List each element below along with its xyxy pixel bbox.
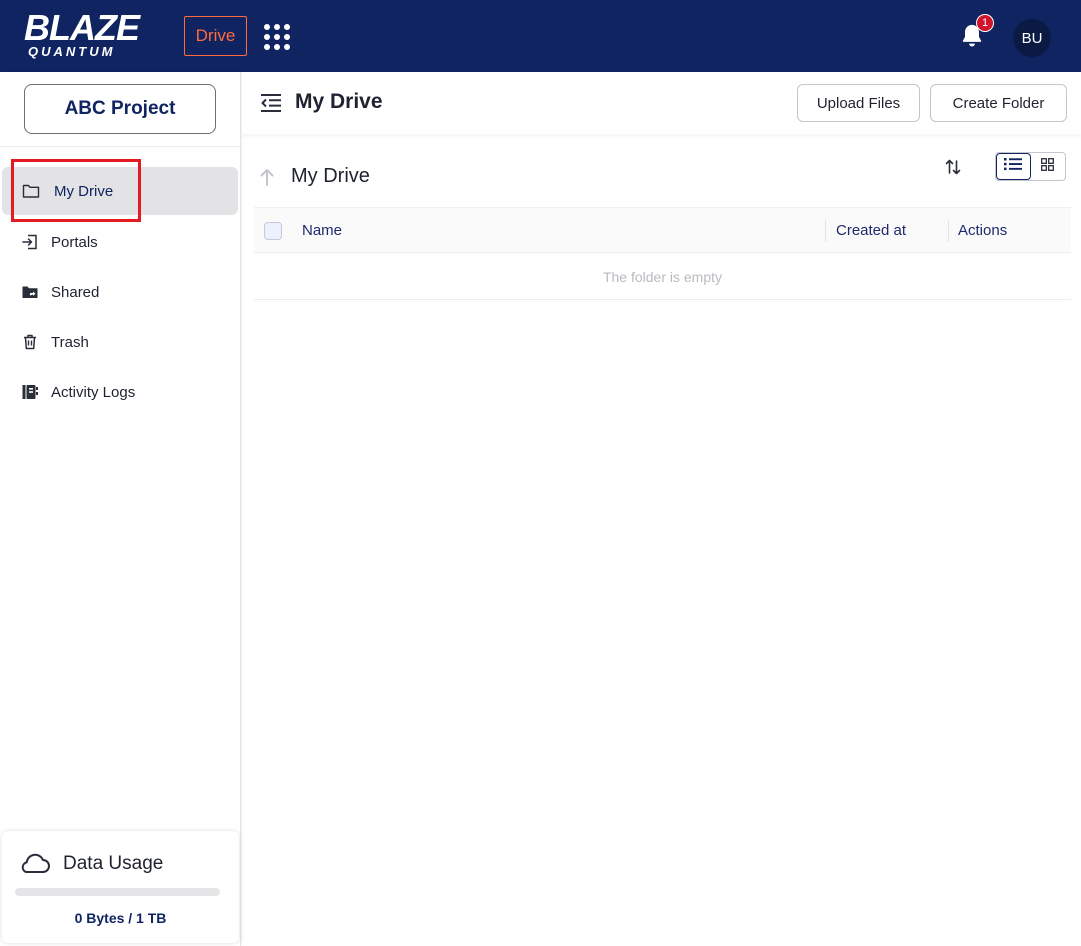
drive-app-chip[interactable]: Drive xyxy=(184,16,247,56)
data-usage-card: Data Usage 0 Bytes / 1 TB xyxy=(2,831,239,943)
data-usage-title: Data Usage xyxy=(63,853,164,874)
trash-icon xyxy=(21,333,39,351)
column-header-name[interactable]: Name xyxy=(302,222,342,239)
data-usage-text: 0 Bytes / 1 TB xyxy=(74,910,167,926)
sidebar-item-portals[interactable]: Portals xyxy=(0,218,240,266)
shared-folder-icon xyxy=(21,283,39,301)
column-header-created-at[interactable]: Created at xyxy=(836,222,906,239)
blaze-quantum-logo[interactable]: BLAZE QUANTUM xyxy=(24,10,164,60)
project-selector-button[interactable]: ABC Project xyxy=(24,84,216,134)
sidebar-item-label: Activity Logs xyxy=(51,383,136,401)
sidebar-item-label: Portals xyxy=(51,233,98,251)
sort-icon[interactable] xyxy=(943,158,963,176)
create-folder-button[interactable]: Create Folder xyxy=(930,84,1067,122)
upload-files-button[interactable]: Upload Files xyxy=(797,84,920,122)
sidebar-divider xyxy=(0,146,240,147)
sidebar-item-trash[interactable]: Trash xyxy=(0,318,240,366)
column-header-actions: Actions xyxy=(958,222,1008,239)
list-view-button[interactable] xyxy=(996,153,1031,180)
grid-view-icon xyxy=(1041,157,1055,176)
top-navigation-bar: BLAZE QUANTUM Drive 1 BU xyxy=(0,0,1081,72)
select-all-checkbox[interactable] xyxy=(264,222,282,240)
sidebar-item-label: Trash xyxy=(51,333,89,351)
notification-count-badge: 1 xyxy=(976,14,994,32)
collapse-sidebar-icon[interactable] xyxy=(260,93,282,113)
logo-main-text: BLAZE xyxy=(24,7,140,48)
column-separator xyxy=(825,220,826,242)
arrow-up-icon[interactable] xyxy=(259,168,275,186)
apps-grid-icon[interactable] xyxy=(264,24,290,50)
grid-view-button[interactable] xyxy=(1031,153,1065,180)
empty-folder-message: The folder is empty xyxy=(254,254,1071,300)
column-separator xyxy=(948,220,949,242)
logo-sub-text: QUANTUM xyxy=(28,44,116,59)
data-usage-progress-bar xyxy=(15,888,220,896)
activity-log-icon xyxy=(21,383,39,401)
cloud-icon xyxy=(17,851,51,875)
portal-enter-icon xyxy=(21,233,39,251)
list-view-icon xyxy=(1004,157,1023,176)
sidebar-item-activity-logs[interactable]: Activity Logs xyxy=(0,368,240,416)
page-title: My Drive xyxy=(295,90,383,113)
folder-title: My Drive xyxy=(291,165,370,187)
main-header: My Drive Upload Files Create Folder xyxy=(242,72,1081,134)
selection-highlight-box xyxy=(11,159,141,222)
sidebar-item-shared[interactable]: Shared xyxy=(0,268,240,316)
table-header-row: Name Created at Actions xyxy=(254,207,1071,253)
view-mode-toggle xyxy=(995,152,1066,181)
user-avatar[interactable]: BU xyxy=(1013,19,1051,57)
sidebar-item-label: Shared xyxy=(51,283,100,301)
